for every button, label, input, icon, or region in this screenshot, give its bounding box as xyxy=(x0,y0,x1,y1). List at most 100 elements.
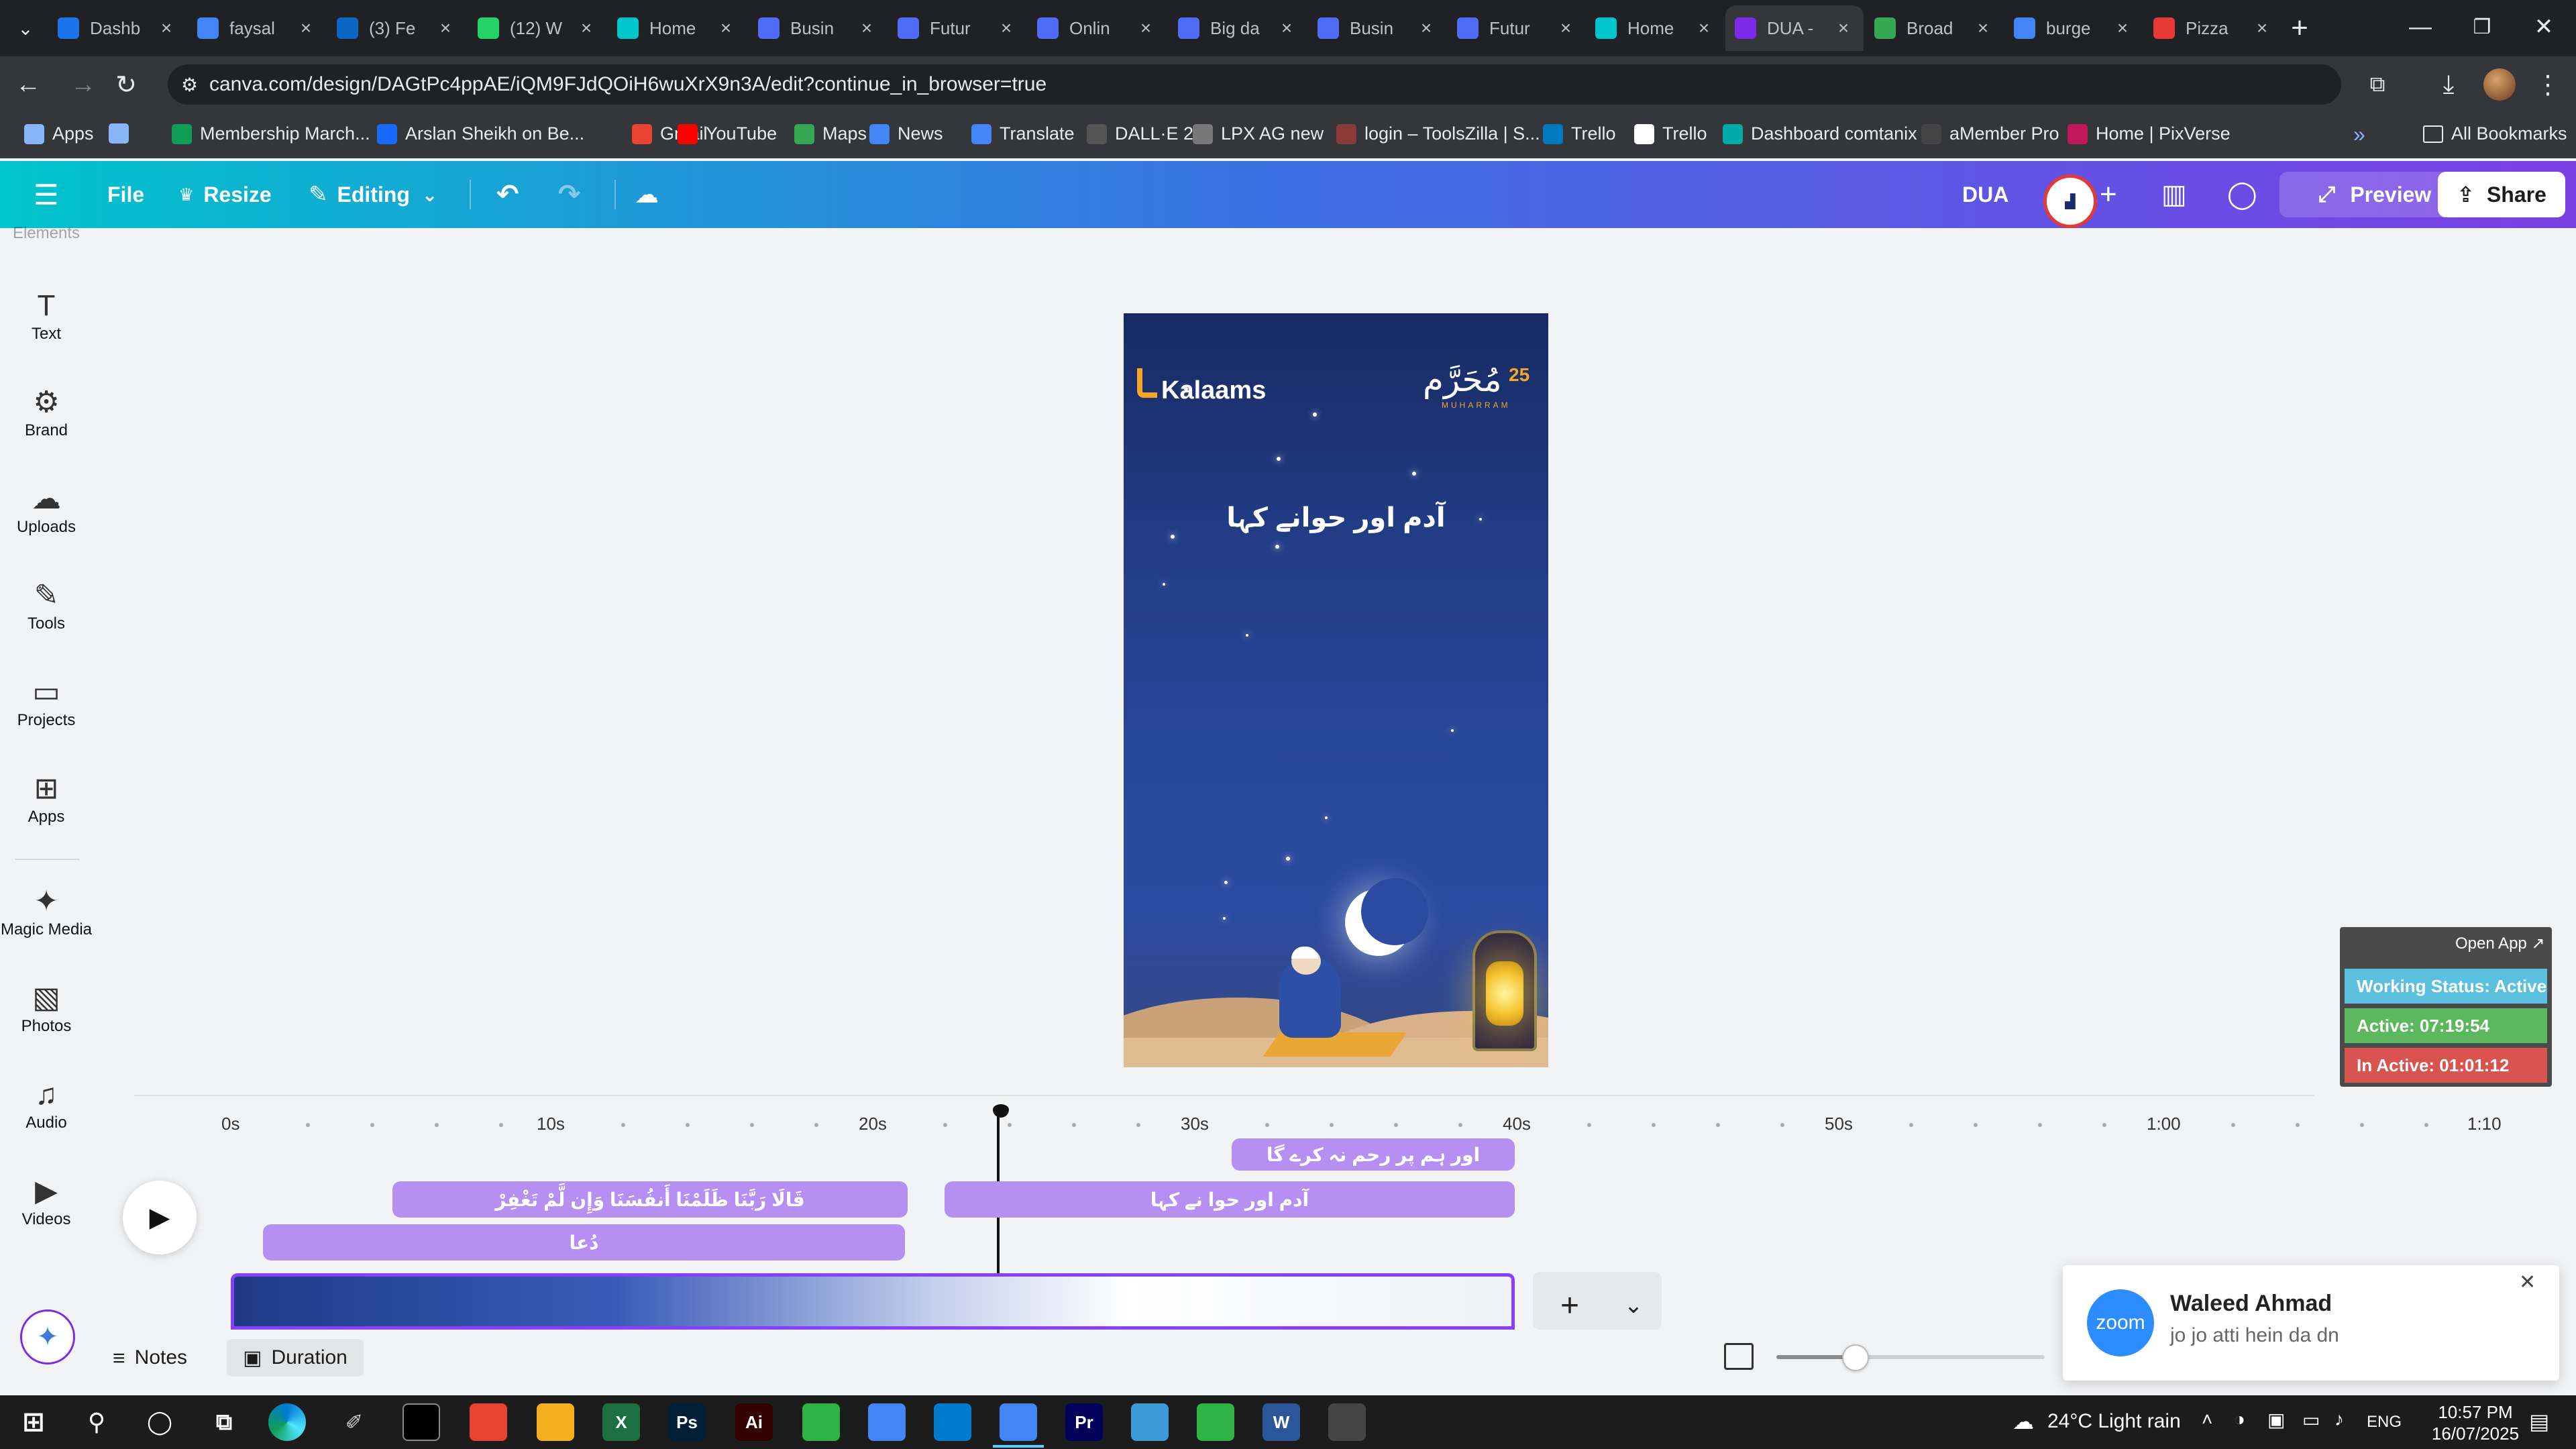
chrome-icon[interactable] xyxy=(868,1403,906,1441)
browser-tab[interactable]: Home × xyxy=(1586,5,1724,51)
zoho-icon[interactable] xyxy=(470,1403,507,1441)
cloud-save-icon[interactable]: ☁ xyxy=(635,161,659,228)
address-bar[interactable]: ⚙ canva.com/design/DAGtPc4ppAE/iQM9FJdQO… xyxy=(168,64,2341,105)
browser-tab[interactable]: DUA - × xyxy=(1725,5,1864,51)
task-view-icon[interactable]: ⧉ xyxy=(205,1403,243,1441)
browser-tab[interactable]: Futur × xyxy=(1448,5,1586,51)
word-icon[interactable]: W xyxy=(1263,1403,1300,1441)
video-track-strip[interactable] xyxy=(231,1273,1515,1330)
browser-tab[interactable]: Onlin × xyxy=(1028,5,1166,51)
pen-icon[interactable]: ✐ xyxy=(335,1403,373,1441)
tab-close-icon[interactable]: × xyxy=(996,17,1017,39)
tab-close-icon[interactable]: × xyxy=(2251,17,2273,39)
zoom-notification[interactable]: zoom Waleed Ahmad jo jo atti hein da dn … xyxy=(2063,1265,2559,1381)
site-info-icon[interactable]: ⚙ xyxy=(181,74,198,96)
sidebar-item[interactable]: ▶ Videos xyxy=(0,1173,93,1229)
browser-tab[interactable]: Pizza × xyxy=(2144,5,2282,51)
illustrator-icon[interactable]: Ai xyxy=(735,1403,773,1441)
comments-icon[interactable]: ◯ xyxy=(2227,161,2257,228)
restore-button[interactable]: ❐ xyxy=(2451,0,2513,54)
zoom-slider-handle[interactable] xyxy=(1842,1344,1869,1371)
sidebar-item[interactable]: ☁ Uploads xyxy=(0,480,93,537)
download-icon[interactable]: ⤓ xyxy=(2430,66,2467,103)
tab-close-icon[interactable]: × xyxy=(715,17,737,39)
bookmark-item[interactable]: login – ToolsZilla | S... xyxy=(1336,123,1540,144)
vscode-icon[interactable] xyxy=(934,1403,971,1441)
bookmark-item[interactable]: YouTube xyxy=(678,123,777,144)
add-page-chevron-icon[interactable]: ⌄ xyxy=(1610,1285,1657,1326)
add-collaborator-icon[interactable]: + xyxy=(2100,161,2117,228)
tab-close-icon[interactable]: × xyxy=(156,17,177,39)
file-menu-button[interactable]: File xyxy=(107,161,144,228)
browser-tab[interactable]: Big da × xyxy=(1169,5,1307,51)
browser-tab[interactable]: Busin × xyxy=(749,5,887,51)
tab-close-icon[interactable]: × xyxy=(295,17,317,39)
bookmark-item[interactable]: Maps xyxy=(794,123,867,144)
extensions-icon[interactable]: ⧉ xyxy=(2359,66,2396,103)
tab-close-icon[interactable]: × xyxy=(576,17,597,39)
design-title[interactable]: DUA xyxy=(1962,161,2008,228)
app-green-icon[interactable] xyxy=(802,1403,840,1441)
bookmark-item[interactable]: Dashboard comtanix xyxy=(1723,123,1917,144)
add-page-button[interactable]: + xyxy=(1543,1285,1597,1326)
playhead-handle[interactable] xyxy=(993,1104,1009,1118)
sidebar-item[interactable]: ✦ Magic Media xyxy=(0,883,93,939)
tray-app-icon[interactable]: ◑ xyxy=(2234,1409,2245,1430)
sidebar-item[interactable]: ⊞ Apps xyxy=(0,770,93,826)
clock-date[interactable]: 16/07/2025 xyxy=(2422,1424,2529,1444)
tray-display-icon[interactable]: ▣ xyxy=(2267,1409,2285,1431)
tab-close-icon[interactable]: × xyxy=(1276,17,1297,39)
all-bookmarks-button[interactable]: All Bookmarks xyxy=(2423,123,2567,144)
sidebar-item[interactable]: ⚙ Brand xyxy=(0,384,93,440)
premiere-icon[interactable]: Pr xyxy=(1065,1403,1103,1441)
insights-chart-icon[interactable]: ▥ xyxy=(2161,161,2187,228)
browser-tab[interactable]: (3) Fe × xyxy=(327,5,466,51)
browser-menu-icon[interactable]: ⋮ xyxy=(2529,66,2567,103)
terminal-icon[interactable] xyxy=(402,1403,440,1441)
redo-button[interactable]: ↷ xyxy=(558,161,581,228)
new-tab-button[interactable]: + xyxy=(2281,9,2318,47)
tab-close-icon[interactable]: × xyxy=(1833,17,1854,39)
timeline-clip[interactable]: دُعا xyxy=(263,1224,905,1260)
media-player-icon[interactable] xyxy=(1328,1403,1366,1441)
bookmark-item[interactable] xyxy=(109,123,137,144)
tab-close-icon[interactable]: × xyxy=(1693,17,1715,39)
profile-avatar[interactable] xyxy=(2483,68,2516,101)
browser-tab[interactable]: Dashb × xyxy=(48,5,186,51)
reload-button[interactable]: ↻ xyxy=(107,66,145,103)
tray-chevron-icon[interactable]: ˄ xyxy=(2202,1409,2212,1430)
bookmark-item[interactable]: News xyxy=(869,123,943,144)
bookmark-item[interactable]: Translate xyxy=(971,123,1075,144)
tab-close-icon[interactable]: × xyxy=(1972,17,1994,39)
sidebar-item[interactable]: ✎ Tools xyxy=(0,577,93,633)
excel-icon[interactable]: X xyxy=(602,1403,640,1441)
windows-start-icon[interactable]: ⊞ xyxy=(15,1403,52,1441)
bookmark-item[interactable]: Arslan Sheikh on Be... xyxy=(377,123,584,144)
browser-tab[interactable]: Busin × xyxy=(1308,5,1446,51)
app-green-icon[interactable] xyxy=(1197,1403,1234,1441)
sidebar-item[interactable]: Elements xyxy=(0,224,93,243)
more-bookmarks-icon[interactable]: » xyxy=(2353,122,2365,147)
timeline-clip[interactable]: قَالَا رَبَّنَا ظَلَمْنَا أَنفُسَنَا وَإ… xyxy=(392,1181,908,1218)
browser-tab[interactable]: (12) W × xyxy=(468,5,606,51)
volume-icon[interactable]: ♪ xyxy=(2334,1409,2344,1430)
tab-close-icon[interactable]: × xyxy=(856,17,877,39)
magic-assistant-icon[interactable]: ✦ xyxy=(20,1309,75,1364)
undo-button[interactable]: ↶ xyxy=(496,161,519,228)
bookmark-item[interactable]: Trello xyxy=(1543,123,1616,144)
tab-close-icon[interactable]: × xyxy=(1555,17,1576,39)
main-menu-icon[interactable]: ☰ xyxy=(34,161,59,228)
tab-close-icon[interactable]: × xyxy=(2112,17,2133,39)
bookmark-item[interactable]: Trello xyxy=(1634,123,1707,144)
bookmark-item[interactable]: LPX AG new xyxy=(1193,123,1324,144)
tab-close-icon[interactable]: × xyxy=(1135,17,1157,39)
duration-button[interactable]: ▣ Duration xyxy=(227,1339,364,1377)
resize-button[interactable]: ♛ Resize xyxy=(178,161,272,228)
notification-center-icon[interactable]: ▤ xyxy=(2529,1409,2549,1434)
browser-tab[interactable]: Broad × xyxy=(1865,5,2003,51)
file-explorer-icon[interactable] xyxy=(537,1403,574,1441)
forward-button[interactable]: → xyxy=(64,66,102,103)
tab-close-icon[interactable]: × xyxy=(435,17,456,39)
browser-tab[interactable]: burge × xyxy=(2004,5,2143,51)
language-indicator[interactable]: ENG xyxy=(2367,1413,2402,1432)
